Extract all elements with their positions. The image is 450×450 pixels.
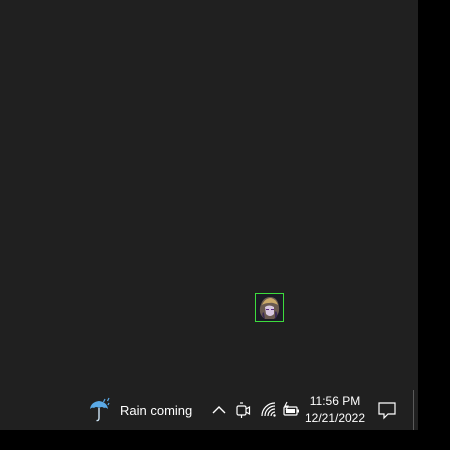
screen-border-right — [418, 0, 450, 450]
taskbar: Rain coming 11:56 PM 12/21/2022 — [0, 390, 418, 430]
camera-icon — [236, 402, 251, 418]
weather-widget[interactable]: Rain coming — [82, 390, 196, 430]
clock[interactable]: 11:56 PM 12/21/2022 — [303, 393, 367, 427]
network-button[interactable] — [259, 400, 277, 420]
desktop-shortcut-avatar-icon[interactable] — [255, 293, 284, 322]
battery-button[interactable] — [282, 400, 300, 420]
show-desktop-button[interactable] — [413, 390, 414, 430]
meet-now-button[interactable] — [234, 400, 252, 420]
weather-text: Rain coming — [120, 402, 193, 418]
clock-time: 11:56 PM — [309, 394, 361, 408]
show-hidden-icons-button[interactable] — [210, 400, 228, 420]
umbrella-rain-icon — [90, 397, 110, 422]
desktop: Rain coming 11:56 PM 12/21/2022 — [0, 0, 418, 430]
clock-date: 12/21/2022 — [304, 411, 366, 425]
action-center-button[interactable] — [376, 400, 398, 420]
battery-charging-icon — [283, 401, 299, 416]
wifi-icon — [261, 402, 276, 417]
chevron-up-icon — [212, 406, 226, 414]
avatar-icon — [256, 294, 283, 321]
screen-border-bottom — [0, 430, 450, 450]
notification-icon — [378, 402, 396, 420]
